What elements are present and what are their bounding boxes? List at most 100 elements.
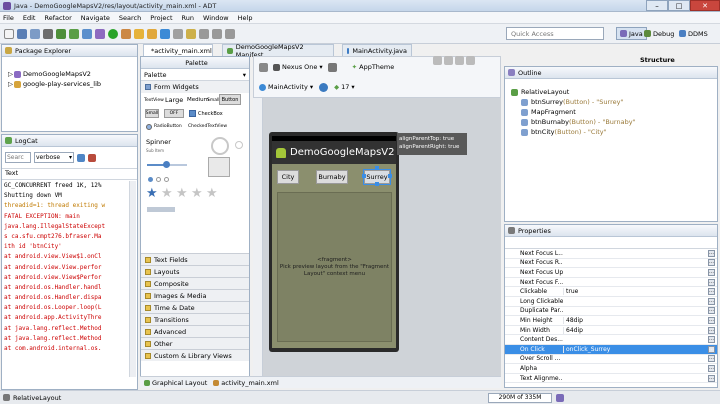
widget-radiobutton[interactable]: RadioButton: [154, 124, 182, 129]
map-fragment-placeholder[interactable]: <fragment> Pick preview layout from the …: [277, 192, 392, 342]
property-row[interactable]: Content Des...…: [505, 335, 717, 345]
tab-graphical-layout[interactable]: Graphical Layout: [144, 379, 207, 387]
theme-select[interactable]: ✦ AppTheme: [352, 63, 395, 71]
log-line[interactable]: at android.app.ActivityThre: [2, 314, 130, 324]
preview-btn-city[interactable]: City: [277, 170, 299, 184]
new-java-project-icon[interactable]: [134, 28, 144, 39]
property-value[interactable]: true: [563, 288, 708, 296]
widget-large-text[interactable]: Large: [165, 96, 183, 104]
menu-search[interactable]: Search: [119, 14, 141, 22]
log-line[interactable]: at android.view.View.perfor: [2, 264, 130, 274]
menu-file[interactable]: File: [3, 14, 14, 22]
property-row[interactable]: Next Focus L...…: [505, 249, 717, 259]
property-row[interactable]: Next Focus R...…: [505, 259, 717, 269]
widget-textview[interactable]: TextView: [144, 98, 164, 103]
new-class-icon[interactable]: [160, 28, 170, 39]
logcat-scrollbar[interactable]: [129, 181, 136, 377]
menu-navigate[interactable]: Navigate: [81, 14, 110, 22]
fast-view-icon[interactable]: [3, 394, 10, 401]
lint-icon[interactable]: [82, 28, 92, 39]
zoom-fit-icon[interactable]: [444, 56, 453, 65]
logcat-column-header[interactable]: Text: [2, 169, 137, 180]
run-icon[interactable]: [108, 28, 118, 39]
open-type-icon[interactable]: [173, 28, 183, 39]
heap-status[interactable]: 290M of 335M: [488, 392, 552, 403]
zoom-out-icon[interactable]: [466, 56, 475, 65]
property-value[interactable]: 48dip: [563, 316, 708, 324]
menu-project[interactable]: Project: [150, 14, 172, 22]
ratingbar-star-icon[interactable]: ★: [176, 186, 188, 201]
palette-section-text-fields[interactable]: Text Fields: [141, 253, 249, 265]
property-edit-button[interactable]: …: [708, 249, 715, 257]
log-line[interactable]: at com.android.internal.os.: [2, 345, 130, 355]
menu-refactor[interactable]: Refactor: [44, 14, 71, 22]
outline-item[interactable]: RelativeLayout: [511, 87, 717, 97]
widget-checkedtextview[interactable]: CheckedTextView: [188, 124, 227, 129]
menu-help[interactable]: Help: [238, 14, 253, 22]
log-line[interactable]: FATAL EXCEPTION: main: [2, 213, 130, 223]
locale-globe-icon[interactable]: [319, 82, 329, 92]
log-line[interactable]: Shutting down VM: [2, 192, 130, 202]
new-package-icon[interactable]: [147, 28, 157, 39]
ratingbar-star-icon[interactable]: ★: [206, 186, 218, 201]
property-edit-button[interactable]: …: [708, 307, 715, 315]
save-log-icon[interactable]: [77, 153, 85, 162]
log-line[interactable]: ith id 'btnCity': [2, 243, 130, 253]
device-select[interactable]: Nexus One ▾: [273, 63, 323, 71]
property-row[interactable]: Clickable true…: [505, 287, 717, 297]
widget-small-button[interactable]: Small: [145, 109, 159, 118]
tab-xml-source[interactable]: activity_main.xml: [213, 379, 279, 387]
widget-button[interactable]: Button: [219, 94, 241, 105]
tree-item-project[interactable]: ▷ DemoGoogleMapsV2: [8, 69, 137, 79]
property-edit-button[interactable]: …: [708, 364, 715, 372]
log-line[interactable]: threadid=1: thread exiting w: [2, 202, 130, 212]
tab-activity-main-xml[interactable]: *activity_main.xml: [143, 44, 213, 56]
property-edit-button[interactable]: …: [708, 288, 715, 296]
property-value[interactable]: 64dip: [563, 326, 708, 334]
resize-handle-icon[interactable]: [362, 174, 366, 178]
perspective-ddms[interactable]: DDMS: [676, 27, 711, 40]
widget-spinner[interactable]: Spinner: [146, 138, 171, 146]
palette-section-form-widgets[interactable]: Form Widgets: [141, 81, 249, 93]
debug-icon[interactable]: [95, 28, 105, 39]
outline-item[interactable]: btnCity (Button) - "City": [511, 127, 717, 137]
property-edit-button[interactable]: …: [708, 326, 715, 334]
property-edit-button[interactable]: …: [708, 316, 715, 324]
property-row[interactable]: Next Focus F...…: [505, 278, 717, 288]
zoom-real-icon[interactable]: [433, 56, 442, 65]
search-icon[interactable]: [186, 28, 196, 39]
property-edit-button[interactable]: …: [708, 355, 715, 363]
widget-small-text[interactable]: Small: [207, 98, 220, 103]
log-line[interactable]: s ca.sfu.cmpt276.bfraser.Ma: [2, 233, 130, 243]
forward-icon[interactable]: [225, 28, 235, 39]
log-line[interactable]: at android.os.Handler.dispa: [2, 294, 130, 304]
save-all-icon[interactable]: [30, 28, 40, 39]
quickcontactbadge-icon[interactable]: [208, 157, 230, 177]
widget-medium-text[interactable]: Medium: [187, 97, 209, 103]
ratingbar-star-icon[interactable]: ★: [191, 186, 203, 201]
tab-mainactivity-java[interactable]: MainActivity.java: [342, 44, 412, 56]
property-row[interactable]: Duplicate Par...…: [505, 307, 717, 317]
property-row[interactable]: Over Scroll ...…: [505, 355, 717, 365]
log-line[interactable]: at android.view.View$1.onCl: [2, 253, 130, 263]
palette-section-custom-library-views[interactable]: Custom & Library Views: [141, 349, 249, 361]
maximize-button[interactable]: □: [668, 0, 690, 11]
property-row[interactable]: Long Clickable…: [505, 297, 717, 307]
orientation-icon[interactable]: [327, 62, 337, 72]
logcat-search-input[interactable]: Searc: [5, 152, 31, 163]
garbage-collect-icon[interactable]: [556, 393, 564, 402]
progress-large-icon[interactable]: [211, 137, 229, 155]
log-line[interactable]: at java.lang.reflect.Method: [2, 325, 130, 335]
log-level-select[interactable]: verbose ▾: [34, 152, 74, 163]
outline-item[interactable]: MapFragment: [511, 107, 717, 117]
property-edit-button[interactable]: …: [708, 345, 715, 353]
widget-toggle-button[interactable]: OFF: [164, 109, 184, 118]
property-row[interactable]: Min Width 64dip…: [505, 326, 717, 336]
api-level-select[interactable]: ◆ 17 ▾: [334, 83, 355, 91]
property-edit-button[interactable]: …: [708, 297, 715, 305]
palette-section-transitions[interactable]: Transitions: [141, 313, 249, 325]
property-edit-button[interactable]: …: [708, 374, 715, 382]
config-chooser-icon[interactable]: [259, 62, 268, 72]
log-line[interactable]: at android.os.Looper.loop(L: [2, 304, 130, 314]
property-edit-button[interactable]: …: [708, 278, 715, 286]
